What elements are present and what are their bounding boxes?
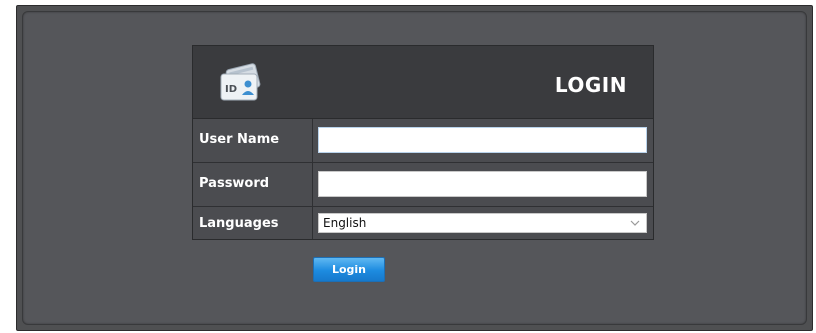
username-row: User Name bbox=[193, 119, 653, 163]
login-button[interactable]: Login bbox=[313, 257, 385, 282]
username-input[interactable] bbox=[318, 127, 647, 153]
username-label: User Name bbox=[199, 132, 280, 147]
password-field-cell bbox=[313, 163, 653, 206]
languages-field-cell: English bbox=[313, 207, 653, 239]
password-row: Password bbox=[193, 163, 653, 207]
languages-row: Languages English bbox=[193, 207, 653, 239]
chevron-down-icon bbox=[630, 220, 640, 226]
language-select-value: English bbox=[323, 216, 367, 230]
password-label-cell: Password bbox=[193, 163, 313, 206]
page-frame: ID LOGIN User Name Password Languages En… bbox=[16, 5, 813, 331]
page-inner: ID LOGIN User Name Password Languages En… bbox=[22, 11, 807, 325]
svg-text:ID: ID bbox=[225, 84, 237, 95]
languages-label: Languages bbox=[199, 216, 279, 231]
languages-label-cell: Languages bbox=[193, 207, 313, 239]
username-field-cell bbox=[313, 119, 653, 162]
password-label: Password bbox=[199, 176, 270, 191]
login-panel: ID LOGIN User Name Password Languages En… bbox=[192, 45, 654, 240]
id-card-icon: ID bbox=[220, 63, 261, 101]
password-input[interactable] bbox=[318, 171, 647, 197]
language-select[interactable]: English bbox=[318, 213, 647, 233]
username-label-cell: User Name bbox=[193, 119, 313, 162]
page-title: LOGIN bbox=[554, 73, 627, 97]
login-header: ID LOGIN bbox=[193, 46, 653, 119]
